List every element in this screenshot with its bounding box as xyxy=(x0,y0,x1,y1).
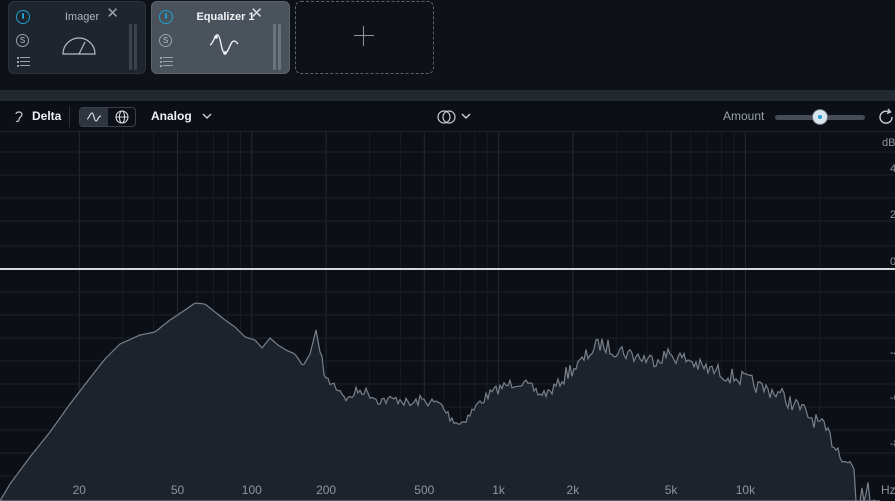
waveform-mode-button[interactable] xyxy=(80,108,108,126)
add-module-slot[interactable] xyxy=(295,1,434,74)
globe-icon xyxy=(115,110,129,124)
panel-divider xyxy=(0,90,895,101)
level-meter xyxy=(129,24,138,70)
amount-slider-handle[interactable] xyxy=(813,110,827,124)
view-mode-toggle[interactable] xyxy=(79,107,136,127)
db-tick-label: -8 xyxy=(890,438,895,450)
frequency-tick-label: 5k xyxy=(665,483,679,497)
analog-mode-dropdown[interactable]: Analog xyxy=(151,101,192,132)
list-icon[interactable] xyxy=(160,57,174,67)
solo-button[interactable]: S xyxy=(159,34,172,47)
globe-mode-button[interactable] xyxy=(108,108,135,126)
list-icon[interactable] xyxy=(17,57,31,67)
chevron-down-icon[interactable] xyxy=(461,113,471,120)
frequency-tick-label: 50 xyxy=(171,483,185,497)
frequency-tick-label: 500 xyxy=(414,483,434,497)
ear-icon[interactable] xyxy=(14,110,24,123)
close-icon[interactable]: ✕ xyxy=(250,6,263,22)
amount-slider[interactable] xyxy=(775,110,865,124)
toolbar-separator xyxy=(69,106,70,127)
waveform-icon xyxy=(86,112,102,122)
level-meter xyxy=(273,24,282,70)
db-tick-label: 2 xyxy=(890,209,895,221)
module-chain: S Imager ✕ S Equalizer 1 ✕ xyxy=(0,0,895,90)
solo-button[interactable]: S xyxy=(16,34,29,47)
frequency-tick-label: 200 xyxy=(316,483,336,497)
power-icon[interactable] xyxy=(159,10,173,24)
db-tick-label: -4 xyxy=(890,347,895,359)
amount-label: Amount xyxy=(723,109,765,123)
chevron-down-icon[interactable] xyxy=(202,113,212,120)
db-tick-label: 0 xyxy=(890,256,895,268)
frequency-tick-label: 1k xyxy=(492,483,506,497)
delta-button[interactable]: Delta xyxy=(32,101,61,132)
frequency-tick-label: 100 xyxy=(242,483,262,497)
eq-spectrum-display[interactable]: dB 420-4-6-8 20501002005001k2k5k10k Hz xyxy=(0,132,895,501)
db-unit-label: dB xyxy=(882,137,895,149)
reset-rotate-icon[interactable] xyxy=(877,108,895,126)
power-icon[interactable] xyxy=(16,10,30,24)
frequency-tick-label: 20 xyxy=(73,483,87,497)
hz-unit-label: Hz xyxy=(881,483,895,497)
eq-curve-icon xyxy=(209,34,239,55)
stereo-link-icon[interactable] xyxy=(437,110,459,124)
close-icon[interactable]: ✕ xyxy=(106,6,119,22)
eq-toolbar: Delta Analog Amount xyxy=(0,101,895,132)
module-equalizer[interactable]: S Equalizer 1 ✕ xyxy=(151,1,290,74)
frequency-tick-label: 2k xyxy=(567,483,581,497)
db-tick-label: 4 xyxy=(890,163,895,175)
plus-icon[interactable] xyxy=(354,26,374,46)
frequency-tick-label: 10k xyxy=(736,483,756,497)
imager-meter-icon xyxy=(62,37,96,55)
module-imager[interactable]: S Imager ✕ xyxy=(8,1,146,74)
db-tick-label: -6 xyxy=(890,392,895,404)
